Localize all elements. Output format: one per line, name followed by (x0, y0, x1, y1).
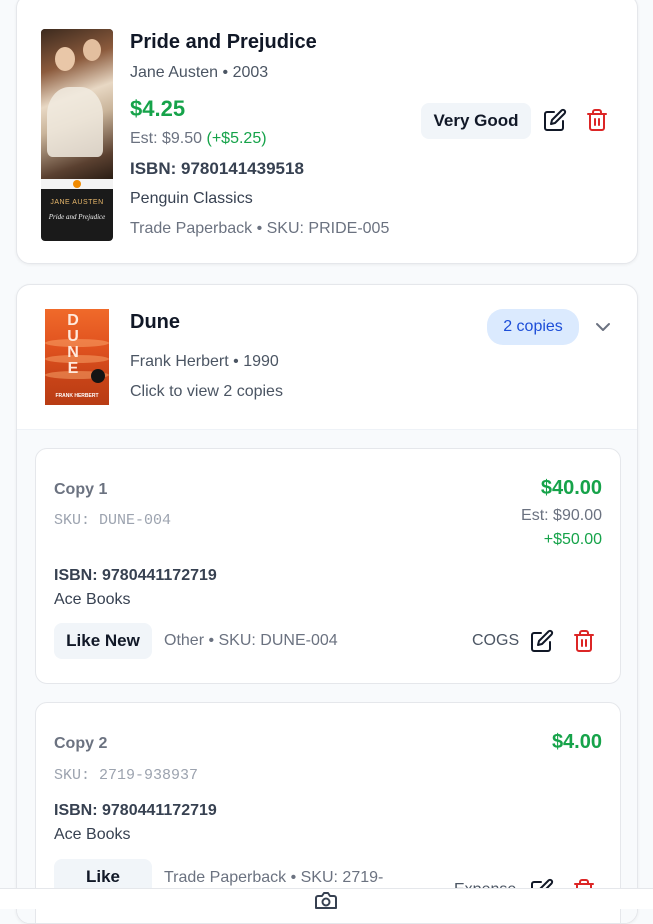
copy-label: Copy 1 (54, 481, 108, 498)
view-copies-hint: Click to view 2 copies (130, 383, 283, 400)
condition-badge: Very Good (421, 103, 531, 139)
cover-title-text: Pride and Prejudice (48, 213, 106, 221)
copies-list: Copy 1 SKU: DUNE-004 $40.00 Est: $90.00 … (17, 429, 637, 923)
copy-format-sku: Trade Paperback • SKU: 2719- (164, 869, 384, 886)
condition-badge: Like New (54, 623, 152, 659)
copy-card[interactable]: Copy 1 SKU: DUNE-004 $40.00 Est: $90.00 … (35, 448, 621, 684)
expand-toggle-button[interactable] (590, 314, 616, 340)
delete-button[interactable] (584, 107, 610, 133)
copy-estimated-price: Est: $90.00 (521, 507, 602, 524)
copies-count-badge: 2 copies (487, 309, 579, 345)
estimated-value: Est: $9.50 (+$5.25) (130, 130, 267, 148)
copy-sku: SKU: 2719-938937 (54, 767, 199, 784)
book-card-dune[interactable]: DUNE FRANK HERBERT Dune Frank Herbert • … (16, 284, 638, 924)
trash-icon (574, 630, 594, 652)
book-price: $4.25 (130, 96, 186, 121)
trash-icon (587, 109, 607, 131)
book-author-year: Jane Austen • 2003 (130, 64, 269, 81)
estimated-price: Est: $9.50 (130, 130, 203, 147)
book-title: Pride and Prejudice (130, 31, 317, 53)
copy-format-sku: Other • SKU: DUNE-004 (164, 632, 338, 649)
copy-publisher: Ace Books (54, 591, 131, 608)
delete-button[interactable] (571, 628, 597, 654)
edit-button[interactable] (529, 628, 555, 654)
book-publisher: Penguin Classics (130, 190, 253, 207)
cover-author-text: FRANK HERBERT (55, 393, 99, 399)
copy-price: $4.00 (551, 731, 602, 753)
book-author-year: Frank Herbert • 1990 (130, 353, 279, 370)
cover-author-text: JANE AUSTEN (50, 199, 104, 206)
accounting-tag: COGS (472, 632, 520, 649)
book-isbn: ISBN: 9780141439518 (130, 159, 304, 178)
copy-sku: SKU: DUNE-004 (54, 512, 172, 529)
book-format-sku: Trade Paperback • SKU: PRIDE-005 (130, 220, 390, 237)
chevron-down-icon (596, 323, 610, 331)
copy-isbn: ISBN: 9780441172719 (54, 567, 217, 584)
bottom-bar (0, 888, 653, 909)
cover-title-text: DUNE (67, 312, 79, 377)
copy-label: Copy 2 (54, 735, 108, 752)
camera-icon (315, 892, 337, 909)
camera-button[interactable] (314, 892, 338, 910)
book-title: Dune (130, 311, 180, 333)
edit-icon (531, 629, 554, 652)
copy-estimated-gain: +$50.00 (543, 531, 602, 548)
estimated-gain: (+$5.25) (206, 130, 267, 147)
copy-isbn: ISBN: 9780441172719 (54, 802, 217, 819)
book-card-pride-and-prejudice[interactable]: JANE AUSTEN Pride and Prejudice Pride an… (16, 0, 638, 264)
copy-publisher: Ace Books (54, 826, 131, 843)
book-cover-image: DUNE FRANK HERBERT (45, 309, 109, 405)
edit-button[interactable] (542, 107, 568, 133)
book-cover-image: JANE AUSTEN Pride and Prejudice (41, 29, 113, 241)
copy-price: $40.00 (540, 477, 602, 499)
edit-icon (544, 108, 567, 131)
